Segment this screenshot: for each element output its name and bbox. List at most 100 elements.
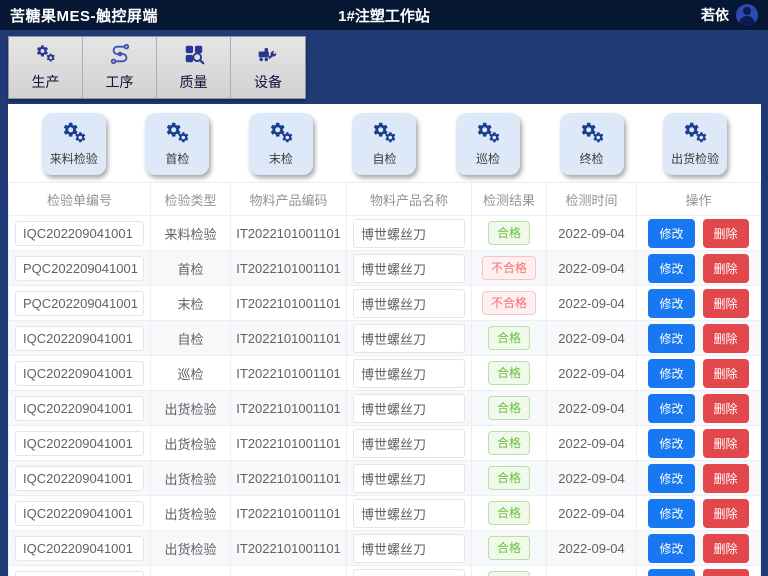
inspection-no-cell: IQC202209041001 [15,536,144,561]
material-name-cell: 博世螺丝刀 [353,394,465,423]
table-row: IQC202209041001 出货检验 IT2022101001101 博世螺… [9,426,760,461]
inspection-type-cell: 末检 [151,286,231,320]
result-badge: 合格 [488,501,530,525]
table-row: IQC202209041001 出货检验 IT2022101001101 博世螺… [9,566,760,576]
edit-button[interactable]: 修改 [648,289,694,318]
inspection-date-cell: 2022-09-04 [547,321,637,355]
qc-category-button[interactable]: 自检 [352,113,416,175]
table-row: IQC202209041001 出货检验 IT2022101001101 博世螺… [9,496,760,531]
inspection-type-cell: 出货检验 [151,496,231,530]
inspection-date-cell: 2022-09-04 [547,286,637,320]
mes-touch-screen: 苦糖果MES-触控屏端 1#注塑工作站 若依 生产 工序 [0,0,768,576]
quality-inspect-icon [183,43,205,68]
double-gear-icon [475,121,501,148]
user-icon [743,7,751,15]
edit-button[interactable]: 修改 [648,569,694,576]
inspection-no-cell: IQC202209041001 [15,431,144,456]
delete-button[interactable]: 删除 [703,289,749,318]
tab-process[interactable]: 工序 [83,37,157,98]
double-gear-icon [164,121,190,148]
inspection-type-cell: 出货检验 [151,566,231,576]
inspection-no-cell: IQC202209041001 [15,221,144,246]
result-badge: 合格 [488,361,530,385]
avatar[interactable] [736,4,758,26]
inspection-date-cell: 2022-09-04 [547,496,637,530]
edit-button[interactable]: 修改 [648,254,694,283]
delete-button[interactable]: 删除 [703,464,749,493]
result-badge: 合格 [488,221,530,245]
material-name-cell: 博世螺丝刀 [353,219,465,248]
material-name-cell: 博世螺丝刀 [353,254,465,283]
col-header-material-code: 物料产品编码 [231,183,347,215]
delete-button[interactable]: 删除 [703,394,749,423]
tab-production[interactable]: 生产 [9,37,83,98]
material-name-cell: 博世螺丝刀 [353,324,465,353]
tab-equipment[interactable]: 设备 [231,37,305,98]
inspection-no-cell: IQC202209041001 [15,326,144,351]
material-name-cell: 博世螺丝刀 [353,289,465,318]
tab-label: 生产 [32,72,60,92]
edit-button[interactable]: 修改 [648,324,694,353]
inspection-date-cell: 2022-09-04 [547,426,637,460]
qc-category-button[interactable]: 首检 [145,113,209,175]
table-row: IQC202209041001 自检 IT2022101001101 博世螺丝刀… [9,321,760,356]
table-row: IQC202209041001 出货检验 IT2022101001101 博世螺… [9,461,760,496]
inspection-date-cell: 2022-09-04 [547,461,637,495]
tab-label: 质量 [180,72,208,92]
material-code-cell: IT2022101001101 [231,216,347,250]
table-body: IQC202209041001 来料检验 IT2022101001101 博世螺… [9,216,760,576]
material-code-cell: IT2022101001101 [231,251,347,285]
edit-button[interactable]: 修改 [648,429,694,458]
qc-category-button[interactable]: 巡检 [456,113,520,175]
qc-category-button[interactable]: 末检 [249,113,313,175]
col-header-date: 检测时间 [547,183,637,215]
qc-category-button[interactable]: 出货检验 [663,113,727,175]
username: 若依 [701,5,729,25]
inspection-type-cell: 出货检验 [151,531,231,565]
user-area[interactable]: 若依 [701,4,758,26]
result-badge: 合格 [488,326,530,350]
edit-button[interactable]: 修改 [648,499,694,528]
result-badge: 合格 [488,536,530,560]
app-title: 苦糖果MES-触控屏端 [10,5,158,26]
double-gear-icon [682,121,708,148]
result-badge: 合格 [488,431,530,455]
table-row: IQC202209041001 出货检验 IT2022101001101 博世螺… [9,531,760,566]
double-gear-icon [61,121,87,148]
edit-button[interactable]: 修改 [648,534,694,563]
qc-category-button[interactable]: 终检 [560,113,624,175]
delete-button[interactable]: 删除 [703,324,749,353]
result-badge: 不合格 [482,291,536,315]
material-code-cell: IT2022101001101 [231,356,347,390]
material-code-cell: IT2022101001101 [231,391,347,425]
result-badge: 合格 [488,571,530,576]
edit-button[interactable]: 修改 [648,359,694,388]
edit-button[interactable]: 修改 [648,464,694,493]
delete-button[interactable]: 删除 [703,534,749,563]
table-header-row: 检验单编号 检验类型 物料产品编码 物料产品名称 检测结果 检测时间 操作 [9,183,760,216]
col-header-actions: 操作 [637,183,760,215]
inspection-no-cell: IQC202209041001 [15,361,144,386]
edit-button[interactable]: 修改 [648,394,694,423]
inspection-no-cell: IQC202209041001 [15,501,144,526]
content-panel: 来料检验 首检 末检 自检 巡检 终检 出货检验 [8,104,761,576]
tab-quality[interactable]: 质量 [157,37,231,98]
material-code-cell: IT2022101001101 [231,286,347,320]
material-code-cell: IT2022101001101 [231,461,347,495]
delete-button[interactable]: 删除 [703,359,749,388]
qc-category-label: 来料检验 [50,150,98,167]
inspection-no-cell: PQC202209041001 [15,256,144,281]
material-code-cell: IT2022101001101 [231,426,347,460]
delete-button[interactable]: 删除 [703,499,749,528]
qc-category-button[interactable]: 来料检验 [42,113,106,175]
delete-button[interactable]: 删除 [703,569,749,576]
inspection-type-cell: 巡检 [151,356,231,390]
inspection-type-cell: 首检 [151,251,231,285]
delete-button[interactable]: 删除 [703,254,749,283]
material-code-cell: IT2022101001101 [231,496,347,530]
delete-button[interactable]: 删除 [703,429,749,458]
delete-button[interactable]: 删除 [703,219,749,248]
edit-button[interactable]: 修改 [648,219,694,248]
table-row: IQC202209041001 巡检 IT2022101001101 博世螺丝刀… [9,356,760,391]
double-gear-icon [268,121,294,148]
